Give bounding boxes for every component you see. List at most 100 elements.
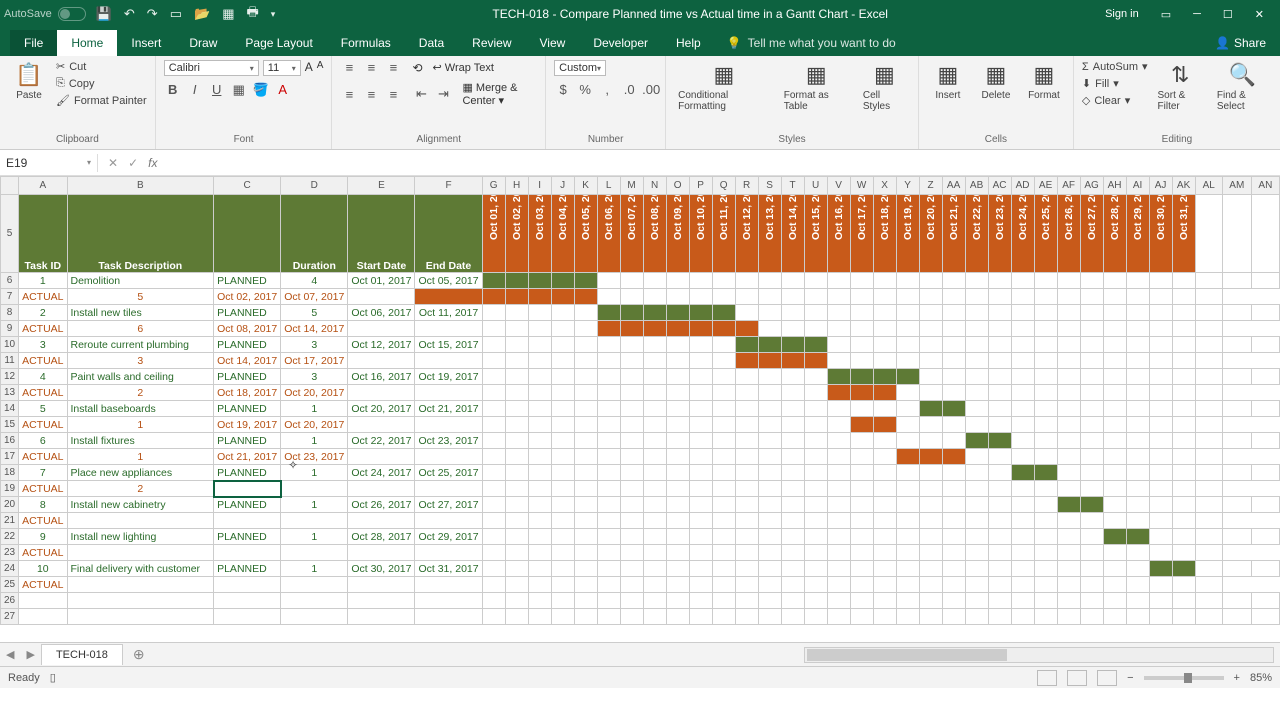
percent-icon[interactable]: % [576,82,594,97]
align-bottom-icon[interactable]: ≡ [384,60,402,75]
col-header[interactable]: V [827,177,850,195]
tab-file[interactable]: File [10,30,57,56]
underline-icon[interactable]: U [208,82,226,98]
row-header[interactable]: 22 [1,529,19,545]
col-header[interactable]: AE [1034,177,1057,195]
cell-styles-button[interactable]: ▦Cell Styles [859,60,910,114]
col-header[interactable]: K [574,177,597,195]
name-box[interactable]: E19▾ [0,154,98,172]
col-header[interactable]: Q [712,177,735,195]
tab-page-layout[interactable]: Page Layout [231,30,326,56]
tab-formulas[interactable]: Formulas [327,30,405,56]
italic-icon[interactable]: I [186,82,204,98]
align-center-icon[interactable]: ≡ [362,87,380,102]
conditional-formatting-button[interactable]: ▦Conditional Formatting [674,60,774,114]
font-size-dropdown[interactable]: 11▾ [263,60,301,76]
row-header[interactable]: 19 [1,481,19,497]
view-break-icon[interactable] [1097,670,1117,686]
view-normal-icon[interactable] [1037,670,1057,686]
horizontal-scrollbar[interactable] [804,647,1274,663]
print-preview-icon[interactable]: ▦ [222,6,234,22]
format-as-table-button[interactable]: ▦Format as Table [780,60,853,114]
col-header[interactable]: AB [965,177,988,195]
dec-decimal-icon[interactable]: .00 [642,82,660,97]
tab-insert[interactable]: Insert [117,30,175,56]
sheet-tab[interactable]: TECH-018 [41,644,123,665]
zoom-slider[interactable] [1144,676,1224,680]
find-select-button[interactable]: 🔍Find & Select [1213,60,1272,114]
row-header[interactable]: 18 [1,465,19,481]
col-header[interactable]: AA [942,177,965,195]
col-header[interactable]: R [735,177,758,195]
sort-filter-button[interactable]: ⇅Sort & Filter [1154,60,1207,114]
sheet-nav-next-icon[interactable]: ▶ [20,648,40,661]
sheet-nav-prev-icon[interactable]: ◀ [0,648,20,661]
cut-button[interactable]: ✂ Cut [56,60,147,73]
row-header[interactable]: 15 [1,417,19,433]
col-header[interactable]: AH [1103,177,1126,195]
align-left-icon[interactable]: ≡ [340,87,358,102]
wrap-text-button[interactable]: ↩ Wrap Text [433,61,494,74]
row-header[interactable]: 9 [1,321,19,337]
col-header[interactable]: P [689,177,712,195]
row-header[interactable]: 8 [1,305,19,321]
view-layout-icon[interactable] [1067,670,1087,686]
col-header[interactable]: AN [1251,177,1279,195]
add-sheet-icon[interactable]: ⊕ [123,646,155,663]
col-header[interactable]: N [643,177,666,195]
currency-icon[interactable]: $ [554,82,572,97]
border-icon[interactable]: ▦ [230,82,248,98]
row-header[interactable]: 13 [1,385,19,401]
col-header[interactable]: AJ [1149,177,1172,195]
tab-view[interactable]: View [526,30,580,56]
close-icon[interactable]: ✕ [1255,8,1264,21]
decrease-font-icon[interactable]: A [317,60,324,76]
col-header[interactable]: B [67,177,214,195]
autosave-toggle[interactable]: AutoSave [4,7,86,21]
paste-button[interactable]: 📋Paste [8,60,50,103]
row-header[interactable]: 11 [1,353,19,369]
zoom-out-icon[interactable]: − [1127,672,1133,684]
col-header[interactable]: L [597,177,620,195]
row-header[interactable]: 10 [1,337,19,353]
col-header[interactable]: T [781,177,804,195]
col-header[interactable]: AC [988,177,1011,195]
indent-increase-icon[interactable]: ⇥ [434,86,452,102]
number-format-dropdown[interactable]: Custom▾ [554,60,606,76]
tell-me-search[interactable]: 💡 Tell me what you want to do [727,30,896,56]
col-header[interactable]: X [873,177,896,195]
fill-button[interactable]: ⬇ Fill ▾ [1082,77,1148,90]
col-header[interactable]: AD [1011,177,1034,195]
delete-cells-button[interactable]: ▦Delete [975,60,1017,103]
open-icon[interactable]: 📂 [194,6,210,22]
col-header[interactable]: I [528,177,551,195]
row-header[interactable]: 6 [1,273,19,289]
col-header[interactable]: G [482,177,505,195]
align-middle-icon[interactable]: ≡ [362,60,380,75]
cancel-formula-icon[interactable]: ✕ [108,156,118,170]
formula-input[interactable] [173,161,1280,165]
fill-color-icon[interactable]: 🪣 [252,82,270,98]
autosum-button[interactable]: Σ AutoSum ▾ [1082,60,1148,73]
col-header[interactable]: E [348,177,415,195]
col-header[interactable]: AL [1195,177,1222,195]
col-header[interactable]: D [281,177,348,195]
format-painter-button[interactable]: 🖌 Format Painter [56,94,147,107]
row-header[interactable]: 17 [1,449,19,465]
row-header[interactable]: 25 [1,577,19,593]
col-header[interactable]: F [415,177,482,195]
spreadsheet-grid[interactable]: ABCDEFGHIJKLMNOPQRSTUVWXYZAAABACADAEAFAG… [0,176,1280,642]
row-header[interactable]: 27 [1,609,19,625]
row-header[interactable]: 21 [1,513,19,529]
fx-icon[interactable]: fx [148,156,163,170]
undo-icon[interactable]: ↶ [124,6,135,22]
row-header[interactable]: 14 [1,401,19,417]
col-header[interactable]: U [804,177,827,195]
row-header[interactable]: 5 [1,195,19,273]
comma-icon[interactable]: , [598,82,616,97]
font-color-icon[interactable]: A [274,82,292,98]
col-header[interactable]: Y [896,177,919,195]
tab-developer[interactable]: Developer [579,30,662,56]
align-right-icon[interactable]: ≡ [384,87,402,102]
minimize-icon[interactable]: ─ [1193,8,1201,20]
